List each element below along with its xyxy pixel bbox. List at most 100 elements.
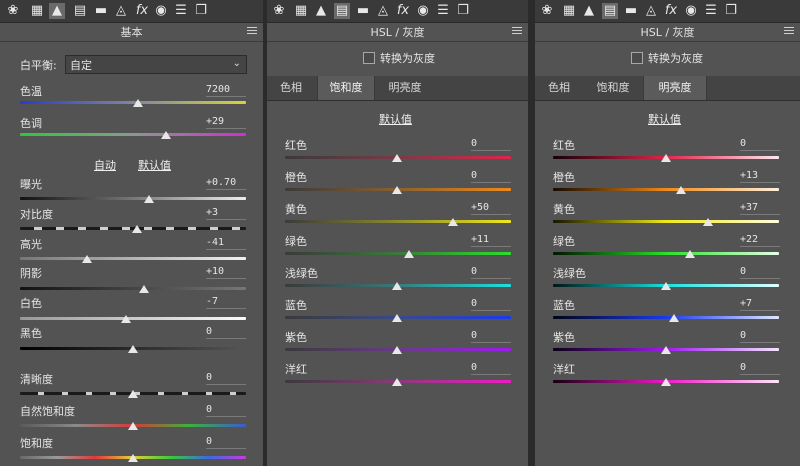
aqua-value[interactable]: 0 xyxy=(471,265,511,279)
purple-value[interactable]: 0 xyxy=(740,329,780,343)
highlights-slider-thumb[interactable] xyxy=(82,255,92,263)
highlights-slider-track[interactable] xyxy=(20,257,246,260)
sliders-icon[interactable]: ☰ xyxy=(435,3,451,19)
panel-menu-icon[interactable] xyxy=(784,27,794,36)
contrast-value[interactable]: +3 xyxy=(206,206,246,220)
yellow-slider-track[interactable] xyxy=(285,220,511,223)
exposure-slider-thumb[interactable] xyxy=(144,195,154,203)
tint-slider-track[interactable] xyxy=(20,133,246,136)
default-button[interactable]: 默认值 xyxy=(648,111,681,127)
orange-value[interactable]: 0 xyxy=(471,169,511,183)
mountain-icon[interactable]: ▲ xyxy=(581,3,597,19)
red-slider-thumb[interactable] xyxy=(661,154,671,162)
fx-icon[interactable]: fx xyxy=(134,3,150,19)
green-slider-thumb[interactable] xyxy=(685,250,695,258)
yellow-value[interactable]: +37 xyxy=(740,201,780,215)
magenta-value[interactable]: 0 xyxy=(471,361,511,375)
saturation-value[interactable]: 0 xyxy=(206,435,246,449)
exposure-value[interactable]: +0.70 xyxy=(206,176,246,190)
magenta-value[interactable]: 0 xyxy=(740,361,780,375)
shadows-slider-thumb[interactable] xyxy=(139,285,149,293)
tint-slider-thumb[interactable] xyxy=(161,131,171,139)
yellow-value[interactable]: +50 xyxy=(471,201,511,215)
mountain-icon[interactable]: ▲ xyxy=(49,3,65,19)
aqua-slider-thumb[interactable] xyxy=(661,282,671,290)
blacks-value[interactable]: 0 xyxy=(206,325,246,339)
yellow-slider-thumb[interactable] xyxy=(448,218,458,226)
tab-saturation[interactable]: 饱和度 xyxy=(317,76,375,100)
blue-slider-thumb[interactable] xyxy=(392,314,402,322)
auto-button[interactable]: 自动 xyxy=(94,157,116,173)
presets-icon[interactable]: ❐ xyxy=(455,3,471,19)
panel-menu-icon[interactable] xyxy=(512,27,522,36)
vibrance-value[interactable]: 0 xyxy=(206,403,246,417)
purple-slider-thumb[interactable] xyxy=(661,346,671,354)
histogram-grid-icon[interactable]: ▦ xyxy=(561,3,577,19)
lens-icon[interactable]: ◬ xyxy=(113,3,129,19)
temp-value[interactable]: 7200 xyxy=(206,83,246,97)
tab-hue[interactable]: 色相 xyxy=(535,76,583,100)
sliders-icon[interactable]: ☰ xyxy=(173,3,189,19)
detail-icon[interactable]: ▬ xyxy=(93,3,109,19)
aperture-icon[interactable]: ❀ xyxy=(271,3,287,19)
exposure-slider-track[interactable] xyxy=(20,197,246,200)
red-value[interactable]: 0 xyxy=(471,137,511,151)
camera-icon[interactable]: ◉ xyxy=(683,3,699,19)
purple-slider-thumb[interactable] xyxy=(392,346,402,354)
yellow-slider-track[interactable] xyxy=(553,220,779,223)
fx-icon[interactable]: fx xyxy=(663,3,679,19)
split-tone-icon[interactable]: ▤ xyxy=(602,3,618,19)
green-slider-track[interactable] xyxy=(553,252,779,255)
camera-icon[interactable]: ◉ xyxy=(415,3,431,19)
temp-slider-thumb[interactable] xyxy=(133,99,143,107)
default-button[interactable]: 默认值 xyxy=(138,157,171,173)
green-value[interactable]: +11 xyxy=(471,233,511,247)
aperture-icon[interactable]: ❀ xyxy=(539,3,555,19)
lens-icon[interactable]: ◬ xyxy=(375,3,391,19)
tab-luminance[interactable]: 明亮度 xyxy=(643,76,707,100)
magenta-slider-thumb[interactable] xyxy=(661,378,671,386)
orange-slider-thumb[interactable] xyxy=(676,186,686,194)
red-value[interactable]: 0 xyxy=(740,137,780,151)
aqua-value[interactable]: 0 xyxy=(740,265,780,279)
aperture-icon[interactable]: ❀ xyxy=(5,3,21,19)
histogram-grid-icon[interactable]: ▦ xyxy=(29,3,45,19)
vibrance-slider-thumb[interactable] xyxy=(128,422,138,430)
orange-value[interactable]: +13 xyxy=(740,169,780,183)
panel-menu-icon[interactable] xyxy=(247,27,257,36)
detail-icon[interactable]: ▬ xyxy=(623,3,639,19)
green-value[interactable]: +22 xyxy=(740,233,780,247)
shadows-value[interactable]: +10 xyxy=(206,265,246,279)
mountain-icon[interactable]: ▲ xyxy=(313,3,329,19)
histogram-grid-icon[interactable]: ▦ xyxy=(293,3,309,19)
orange-slider-thumb[interactable] xyxy=(392,186,402,194)
lens-icon[interactable]: ◬ xyxy=(643,3,659,19)
convert-grayscale-checkbox[interactable] xyxy=(363,52,375,64)
red-slider-thumb[interactable] xyxy=(392,154,402,162)
aqua-slider-thumb[interactable] xyxy=(392,282,402,290)
blue-value[interactable]: 0 xyxy=(471,297,511,311)
orange-slider-track[interactable] xyxy=(553,188,779,191)
shadows-slider-track[interactable] xyxy=(20,287,246,290)
magenta-slider-thumb[interactable] xyxy=(392,378,402,386)
convert-grayscale-checkbox[interactable] xyxy=(631,52,643,64)
presets-icon[interactable]: ❐ xyxy=(193,3,209,19)
split-tone-icon[interactable]: ▤ xyxy=(334,3,350,19)
green-slider-thumb[interactable] xyxy=(404,250,414,258)
highlights-value[interactable]: -41 xyxy=(206,236,246,250)
presets-icon[interactable]: ❐ xyxy=(723,3,739,19)
saturation-slider-thumb[interactable] xyxy=(128,454,138,462)
split-tone-icon[interactable]: ▤ xyxy=(72,3,88,19)
tab-luminance[interactable]: 明亮度 xyxy=(375,76,435,100)
sliders-icon[interactable]: ☰ xyxy=(703,3,719,19)
blue-slider-thumb[interactable] xyxy=(669,314,679,322)
yellow-slider-thumb[interactable] xyxy=(703,218,713,226)
tab-hue[interactable]: 色相 xyxy=(267,76,315,100)
contrast-slider-thumb[interactable] xyxy=(132,225,142,233)
detail-icon[interactable]: ▬ xyxy=(355,3,371,19)
fx-icon[interactable]: fx xyxy=(395,3,411,19)
purple-value[interactable]: 0 xyxy=(471,329,511,343)
whites-value[interactable]: -7 xyxy=(206,295,246,309)
whites-slider-track[interactable] xyxy=(20,317,246,320)
white-balance-select[interactable]: 自定 ⌄ xyxy=(65,55,247,74)
